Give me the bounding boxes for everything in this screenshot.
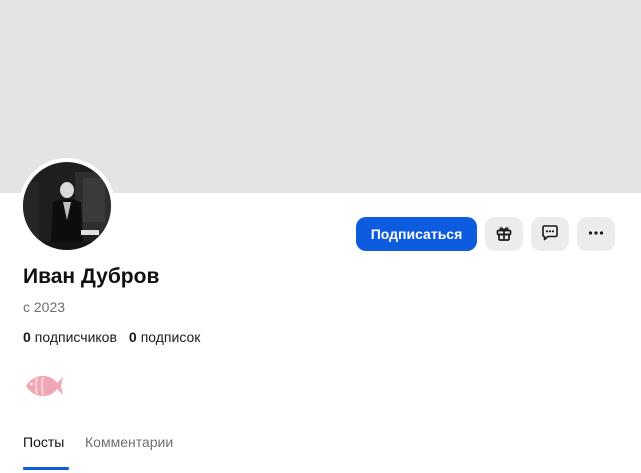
followers-count: 0	[23, 329, 31, 345]
tab-comments[interactable]: Комментарии	[85, 434, 173, 450]
message-icon	[540, 223, 560, 246]
more-button[interactable]	[577, 217, 615, 251]
avatar-photo	[23, 162, 111, 250]
profile-stats: 0 подписчиков 0 подписок	[23, 329, 212, 345]
following-count: 0	[128, 329, 137, 345]
active-tab-indicator	[23, 467, 69, 470]
profile-name: Иван Дубров	[23, 265, 160, 288]
avatar[interactable]	[19, 158, 115, 254]
fish-icon[interactable]	[23, 371, 65, 401]
member-since: с 2023	[23, 299, 66, 315]
profile-actions: Подписаться	[356, 217, 615, 251]
followers-label: подписчиков	[34, 329, 117, 345]
following-label: подписок	[140, 329, 201, 345]
gift-icon	[494, 223, 514, 246]
message-button[interactable]	[531, 217, 569, 251]
more-icon	[586, 223, 606, 246]
profile-page: Подписаться Иван Дубров с 2023 0 подписч…	[0, 0, 641, 473]
followers-link[interactable]: 0 подписчиков	[23, 329, 117, 345]
following-link[interactable]: 0 подписок	[129, 329, 201, 345]
gift-button[interactable]	[485, 217, 523, 251]
tab-posts[interactable]: Посты	[23, 434, 64, 450]
profile-tabs: Посты Комментарии	[0, 424, 641, 473]
subscribe-button[interactable]: Подписаться	[356, 217, 477, 251]
profile-cover	[0, 0, 641, 193]
